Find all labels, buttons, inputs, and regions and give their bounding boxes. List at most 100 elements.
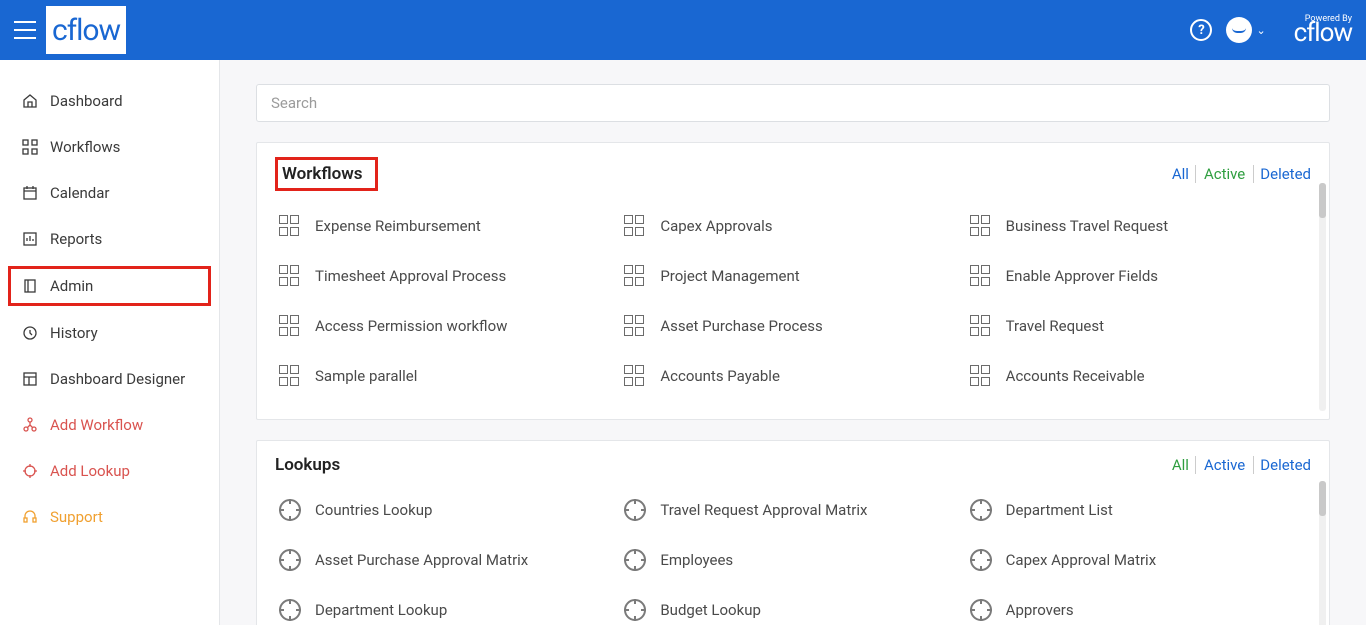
grid-icon	[279, 365, 301, 387]
target-icon	[279, 499, 301, 521]
grid-icon	[624, 315, 646, 337]
workflow-item[interactable]: Accounts Payable	[620, 351, 965, 401]
filter-deleted[interactable]: Deleted	[1260, 165, 1311, 183]
layout-icon	[22, 371, 38, 387]
target-icon	[279, 549, 301, 571]
sidebar-item-dashboard-designer[interactable]: Dashboard Designer	[0, 356, 219, 402]
sidebar-item-calendar[interactable]: Calendar	[0, 170, 219, 216]
item-label: Enable Approver Fields	[1006, 267, 1158, 285]
filter-all[interactable]: All	[1172, 165, 1189, 183]
powered-by: Powered By cflow	[1294, 14, 1352, 46]
clock-icon	[22, 325, 38, 341]
book-icon	[22, 278, 38, 294]
workflow-item[interactable]: Timesheet Approval Process	[275, 251, 620, 301]
filter-all[interactable]: All	[1172, 456, 1189, 474]
workflow-item[interactable]: Access Permission workflow	[275, 301, 620, 351]
filter-active[interactable]: Active	[1195, 456, 1254, 474]
workflow-item[interactable]: Accounts Receivable	[966, 351, 1311, 401]
logo-text: cflow	[52, 13, 120, 48]
grid-icon	[624, 265, 646, 287]
grid-icon	[279, 215, 301, 237]
chevron-down-icon: ⌄	[1256, 24, 1265, 37]
topbar: cflow ? ⌄ Powered By cflow	[0, 0, 1366, 60]
item-label: Travel Request Approval Matrix	[660, 501, 867, 519]
main-content: WorkflowsAllActiveDeletedExpense Reimbur…	[220, 60, 1366, 625]
sidebar-item-support[interactable]: Support	[0, 494, 219, 540]
workflow-item[interactable]: Expense Reimbursement	[275, 201, 620, 251]
target-icon	[970, 549, 992, 571]
sidebar: Dashboard Workflows Calendar Reports Admin Hi…	[0, 60, 220, 625]
grid-icon	[970, 265, 992, 287]
sidebar-item-label: Dashboard Designer	[50, 370, 185, 388]
hamburger-icon[interactable]	[14, 21, 36, 39]
workflow-item[interactable]: Capex Approvals	[620, 201, 965, 251]
scrollbar-thumb[interactable]	[1319, 183, 1326, 218]
filter-group: All Active Deleted	[1172, 165, 1311, 183]
target-icon	[279, 599, 301, 621]
lookup-item[interactable]: Department List	[966, 485, 1311, 535]
sidebar-item-history[interactable]: History	[0, 310, 219, 356]
panel-title: Lookups	[275, 455, 340, 475]
item-label: Approvers	[1006, 601, 1074, 619]
sidebar-item-add-workflow[interactable]: Add Workflow	[0, 402, 219, 448]
headset-icon	[22, 509, 38, 525]
target-icon	[970, 599, 992, 621]
lookup-item[interactable]: Approvers	[966, 585, 1311, 625]
target-icon	[970, 499, 992, 521]
chat-dropdown[interactable]: ⌄	[1226, 17, 1265, 43]
target-icon	[624, 499, 646, 521]
filter-active[interactable]: Active	[1195, 165, 1254, 183]
network-icon	[22, 417, 38, 433]
grid-icon	[970, 215, 992, 237]
item-label: Department Lookup	[315, 601, 447, 619]
item-grid: Expense Reimbursement Capex Approvals Busi…	[275, 201, 1311, 401]
item-label: Asset Purchase Approval Matrix	[315, 551, 528, 569]
workflow-item[interactable]: Asset Purchase Process	[620, 301, 965, 351]
target-icon	[624, 599, 646, 621]
sidebar-item-reports[interactable]: Reports	[0, 216, 219, 262]
scrollbar-thumb[interactable]	[1319, 481, 1326, 516]
sidebar-item-dashboard[interactable]: Dashboard	[0, 78, 219, 124]
workflow-item[interactable]: Sample parallel	[275, 351, 620, 401]
search-input[interactable]	[256, 84, 1330, 122]
scrollbar[interactable]	[1319, 481, 1326, 625]
filter-deleted[interactable]: Deleted	[1260, 456, 1311, 474]
item-label: Expense Reimbursement	[315, 217, 481, 235]
item-label: Access Permission workflow	[315, 317, 507, 335]
lookup-item[interactable]: Department Lookup	[275, 585, 620, 625]
target-icon	[624, 549, 646, 571]
lookup-item[interactable]: Capex Approval Matrix	[966, 535, 1311, 585]
lookup-item[interactable]: Travel Request Approval Matrix	[620, 485, 965, 535]
workflows-panel: WorkflowsAllActiveDeletedExpense Reimbur…	[256, 142, 1330, 420]
sidebar-item-label: Admin	[50, 277, 93, 295]
sidebar-item-label: Calendar	[50, 184, 110, 202]
item-label: Department List	[1006, 501, 1113, 519]
filter-group: All Active Deleted	[1172, 456, 1311, 474]
item-label: Travel Request	[1006, 317, 1104, 335]
lookup-item[interactable]: Countries Lookup	[275, 485, 620, 535]
workflow-item[interactable]: Enable Approver Fields	[966, 251, 1311, 301]
calendar-icon	[22, 185, 38, 201]
item-label: Countries Lookup	[315, 501, 432, 519]
sidebar-item-label: History	[50, 324, 98, 342]
scrollbar[interactable]	[1319, 183, 1326, 411]
sidebar-item-label: Add Lookup	[50, 462, 130, 480]
item-label: Sample parallel	[315, 367, 417, 385]
item-label: Business Travel Request	[1006, 217, 1168, 235]
lookup-item[interactable]: Employees	[620, 535, 965, 585]
logo[interactable]: cflow	[46, 6, 126, 54]
help-icon[interactable]: ?	[1190, 19, 1212, 41]
sidebar-item-admin[interactable]: Admin	[8, 266, 211, 306]
sidebar-item-label: Dashboard	[50, 92, 123, 110]
grid-icon	[970, 365, 992, 387]
workflow-item[interactable]: Travel Request	[966, 301, 1311, 351]
lookup-item[interactable]: Asset Purchase Approval Matrix	[275, 535, 620, 585]
item-label: Accounts Receivable	[1006, 367, 1145, 385]
grid-icon	[22, 139, 38, 155]
workflow-item[interactable]: Project Management	[620, 251, 965, 301]
sidebar-item-add-lookup[interactable]: Add Lookup	[0, 448, 219, 494]
sidebar-item-workflows[interactable]: Workflows	[0, 124, 219, 170]
lookup-item[interactable]: Budget Lookup	[620, 585, 965, 625]
sidebar-item-label: Add Workflow	[50, 416, 143, 434]
workflow-item[interactable]: Business Travel Request	[966, 201, 1311, 251]
